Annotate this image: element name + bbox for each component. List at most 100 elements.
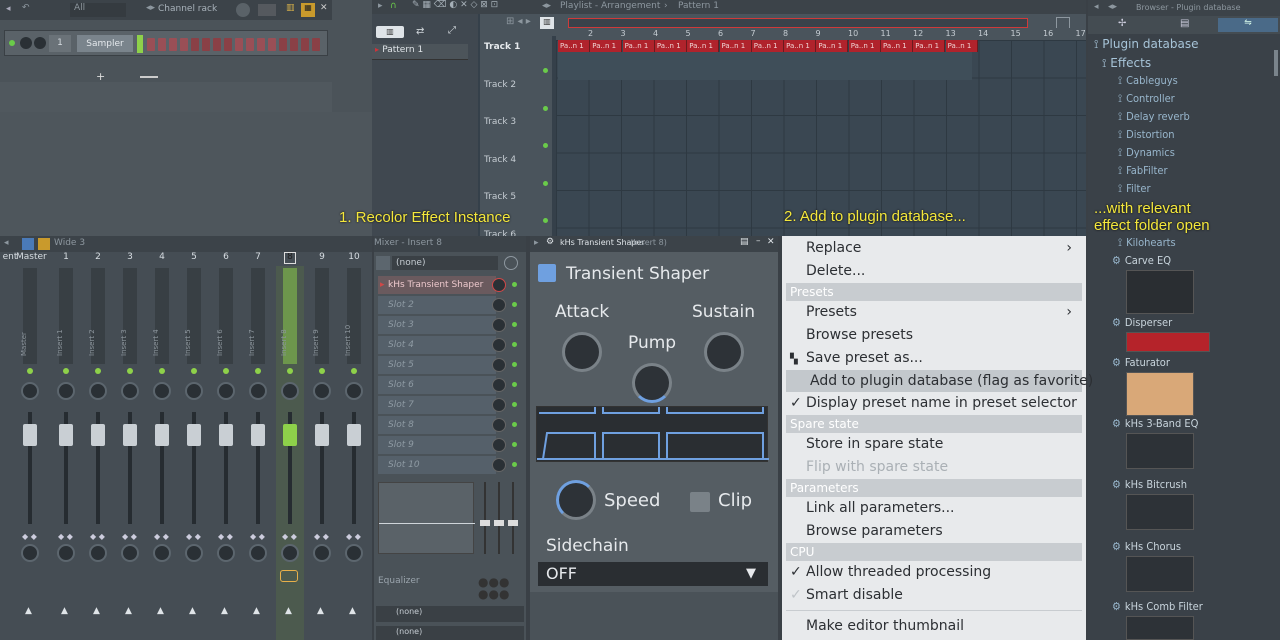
pan-knob[interactable]	[20, 37, 32, 49]
speed-knob[interactable]	[556, 480, 596, 520]
menu-threaded-processing[interactable]: ✓ Allow threaded processing	[786, 561, 1082, 583]
menu-arrow-icon[interactable]: ◂	[6, 4, 11, 14]
attack-knob[interactable]	[562, 332, 602, 372]
slot-led[interactable]	[512, 402, 517, 407]
track-led[interactable]	[543, 105, 548, 111]
track-led[interactable]	[543, 218, 548, 223]
folder-item[interactable]: ⟟ FabFilter	[1118, 164, 1168, 178]
step-button[interactable]	[235, 38, 243, 51]
volume-fader[interactable]	[59, 424, 73, 446]
step-button[interactable]	[191, 38, 199, 51]
slot-led[interactable]	[512, 422, 517, 427]
pattern-item[interactable]: ▸ Pattern 1	[372, 44, 468, 60]
effect-slot[interactable]: Slot 2	[378, 296, 496, 314]
tool-icons[interactable]: ✎ ▦ ⌫ ◐ ✕ ◇ ⊠ ⊡	[412, 0, 498, 10]
stereo-knob[interactable]	[153, 544, 171, 562]
plugin-options-icon[interactable]: ▤	[740, 237, 749, 247]
browser-view-toggle[interactable]: ⇋	[1218, 18, 1278, 32]
step-button[interactable]	[169, 38, 177, 51]
pattern-clip[interactable]: Pa..n 1	[719, 40, 752, 52]
plugin-item[interactable]: ⚙ kHs Chorus	[1112, 540, 1181, 553]
volume-fader[interactable]	[347, 424, 361, 446]
plugin-item[interactable]: ⚙ kHs Bitcrush	[1112, 478, 1187, 491]
track-header[interactable]: Track 5	[484, 192, 516, 202]
filter-select[interactable]: All	[70, 3, 126, 17]
volume-fader[interactable]	[123, 424, 137, 446]
stereo-knob[interactable]	[185, 544, 203, 562]
step-button[interactable]	[180, 38, 188, 51]
eq-knobs[interactable]: ●●● ●●●	[478, 576, 522, 600]
bars-icon[interactable]: ▥	[286, 3, 295, 13]
slot-led[interactable]	[512, 302, 517, 307]
browser-file-icon[interactable]: ▤	[1180, 18, 1189, 29]
slot-1-led[interactable]	[512, 282, 517, 287]
pattern-clip[interactable]: Pa..n 1	[881, 40, 913, 52]
stereo-arrows-icon[interactable]: ◆ ◆	[250, 532, 265, 541]
step-button[interactable]	[268, 38, 276, 51]
browser-add-icon[interactable]: ✢	[1118, 18, 1126, 29]
slot-mix-knob[interactable]	[492, 438, 506, 452]
step-mode-icon[interactable]: ▦	[301, 3, 315, 17]
plugin-thumbnail[interactable]	[1126, 433, 1194, 469]
plugin-database-root[interactable]: ⟟ Plugin database	[1094, 37, 1198, 52]
undo-icon[interactable]: ↶	[22, 3, 30, 13]
slot-mix-knob[interactable]	[492, 398, 506, 412]
plugin-item[interactable]: ⚙ Disperser	[1112, 316, 1172, 329]
pattern-clip[interactable]: Pa..n 1	[687, 40, 720, 52]
route-arrow-icon[interactable]: ▲	[93, 606, 100, 616]
mute-led[interactable]	[255, 368, 261, 374]
record-arm-icon[interactable]	[221, 570, 231, 582]
plugin-thumbnail[interactable]	[1126, 270, 1194, 314]
effect-slot[interactable]: Slot 3	[378, 316, 496, 334]
slot-mix-knob[interactable]	[492, 418, 506, 432]
slot-led[interactable]	[512, 322, 517, 327]
plugin-item[interactable]: ⚙ Faturator	[1112, 356, 1170, 369]
send-row-2[interactable]: (none)	[376, 626, 524, 640]
mute-led[interactable]	[223, 368, 229, 374]
menu-make-thumbnail[interactable]: Make editor thumbnail	[786, 615, 1082, 637]
mute-led[interactable]	[27, 368, 33, 374]
plugin-thumbnail[interactable]	[1126, 332, 1210, 352]
menu-save-preset[interactable]: ▚ Save preset as...	[786, 347, 1082, 369]
pattern-clip[interactable]: Pa..n 1	[622, 40, 655, 52]
timeline-scrollbar[interactable]	[568, 18, 1028, 28]
step-button[interactable]	[279, 38, 287, 51]
picker-link-icon[interactable]: ⤢	[448, 25, 456, 36]
send-row-1[interactable]: (none)	[376, 606, 524, 622]
equalizer-graph[interactable]	[378, 482, 475, 554]
effect-slot[interactable]: Slot 6	[378, 376, 496, 394]
pan-knob[interactable]	[313, 382, 331, 400]
stereo-knob[interactable]	[249, 544, 267, 562]
folder-item[interactable]: ⟟ Dynamics	[1118, 146, 1175, 160]
menu-smart-disable[interactable]: ✓ Smart disable	[786, 584, 1082, 606]
record-arm-icon[interactable]	[280, 570, 298, 582]
mute-led[interactable]	[287, 368, 293, 374]
sustain-knob[interactable]	[704, 332, 744, 372]
scroll-indicator[interactable]	[140, 76, 158, 78]
mute-led[interactable]	[63, 368, 69, 374]
stereo-knob[interactable]	[313, 544, 331, 562]
record-arm-icon[interactable]	[157, 570, 167, 582]
route-arrow-icon[interactable]: ▲	[157, 606, 164, 616]
stereo-arrows-icon[interactable]: ◆ ◆	[218, 532, 233, 541]
mute-led[interactable]	[351, 368, 357, 374]
browser-scrollbar[interactable]	[1274, 50, 1278, 76]
slot-mix-knob[interactable]	[492, 318, 506, 332]
pattern-clip[interactable]: Pa..n 1	[654, 40, 687, 52]
stereo-knob[interactable]	[121, 544, 139, 562]
stereo-knob[interactable]	[21, 544, 39, 562]
menu-add-to-plugin-database[interactable]: Add to plugin database (flag as favorite…	[786, 370, 1093, 392]
route-arrow-icon[interactable]: ▲	[317, 606, 324, 616]
mute-led[interactable]	[159, 368, 165, 374]
pattern-clip[interactable]: Pa..n 1	[590, 40, 623, 52]
plugin-color-swatch[interactable]	[538, 264, 556, 282]
channel-number[interactable]: 1	[49, 35, 71, 52]
pattern-clip[interactable]: Pa..n 1	[816, 40, 849, 52]
folder-item[interactable]: ⟟ Cableguys	[1118, 74, 1178, 88]
volume-fader[interactable]	[155, 424, 169, 446]
timeline-ruler[interactable]: 2 3 4 5 6 7 8 9 10 11 12 13 14 15 16 17	[556, 28, 1086, 40]
stereo-arrows-icon[interactable]: ◆ ◆	[154, 532, 169, 541]
stereo-arrows-icon[interactable]: ◆ ◆	[186, 532, 201, 541]
mixer-view1-icon[interactable]	[22, 238, 34, 250]
route-arrow-icon[interactable]: ▲	[61, 606, 68, 616]
